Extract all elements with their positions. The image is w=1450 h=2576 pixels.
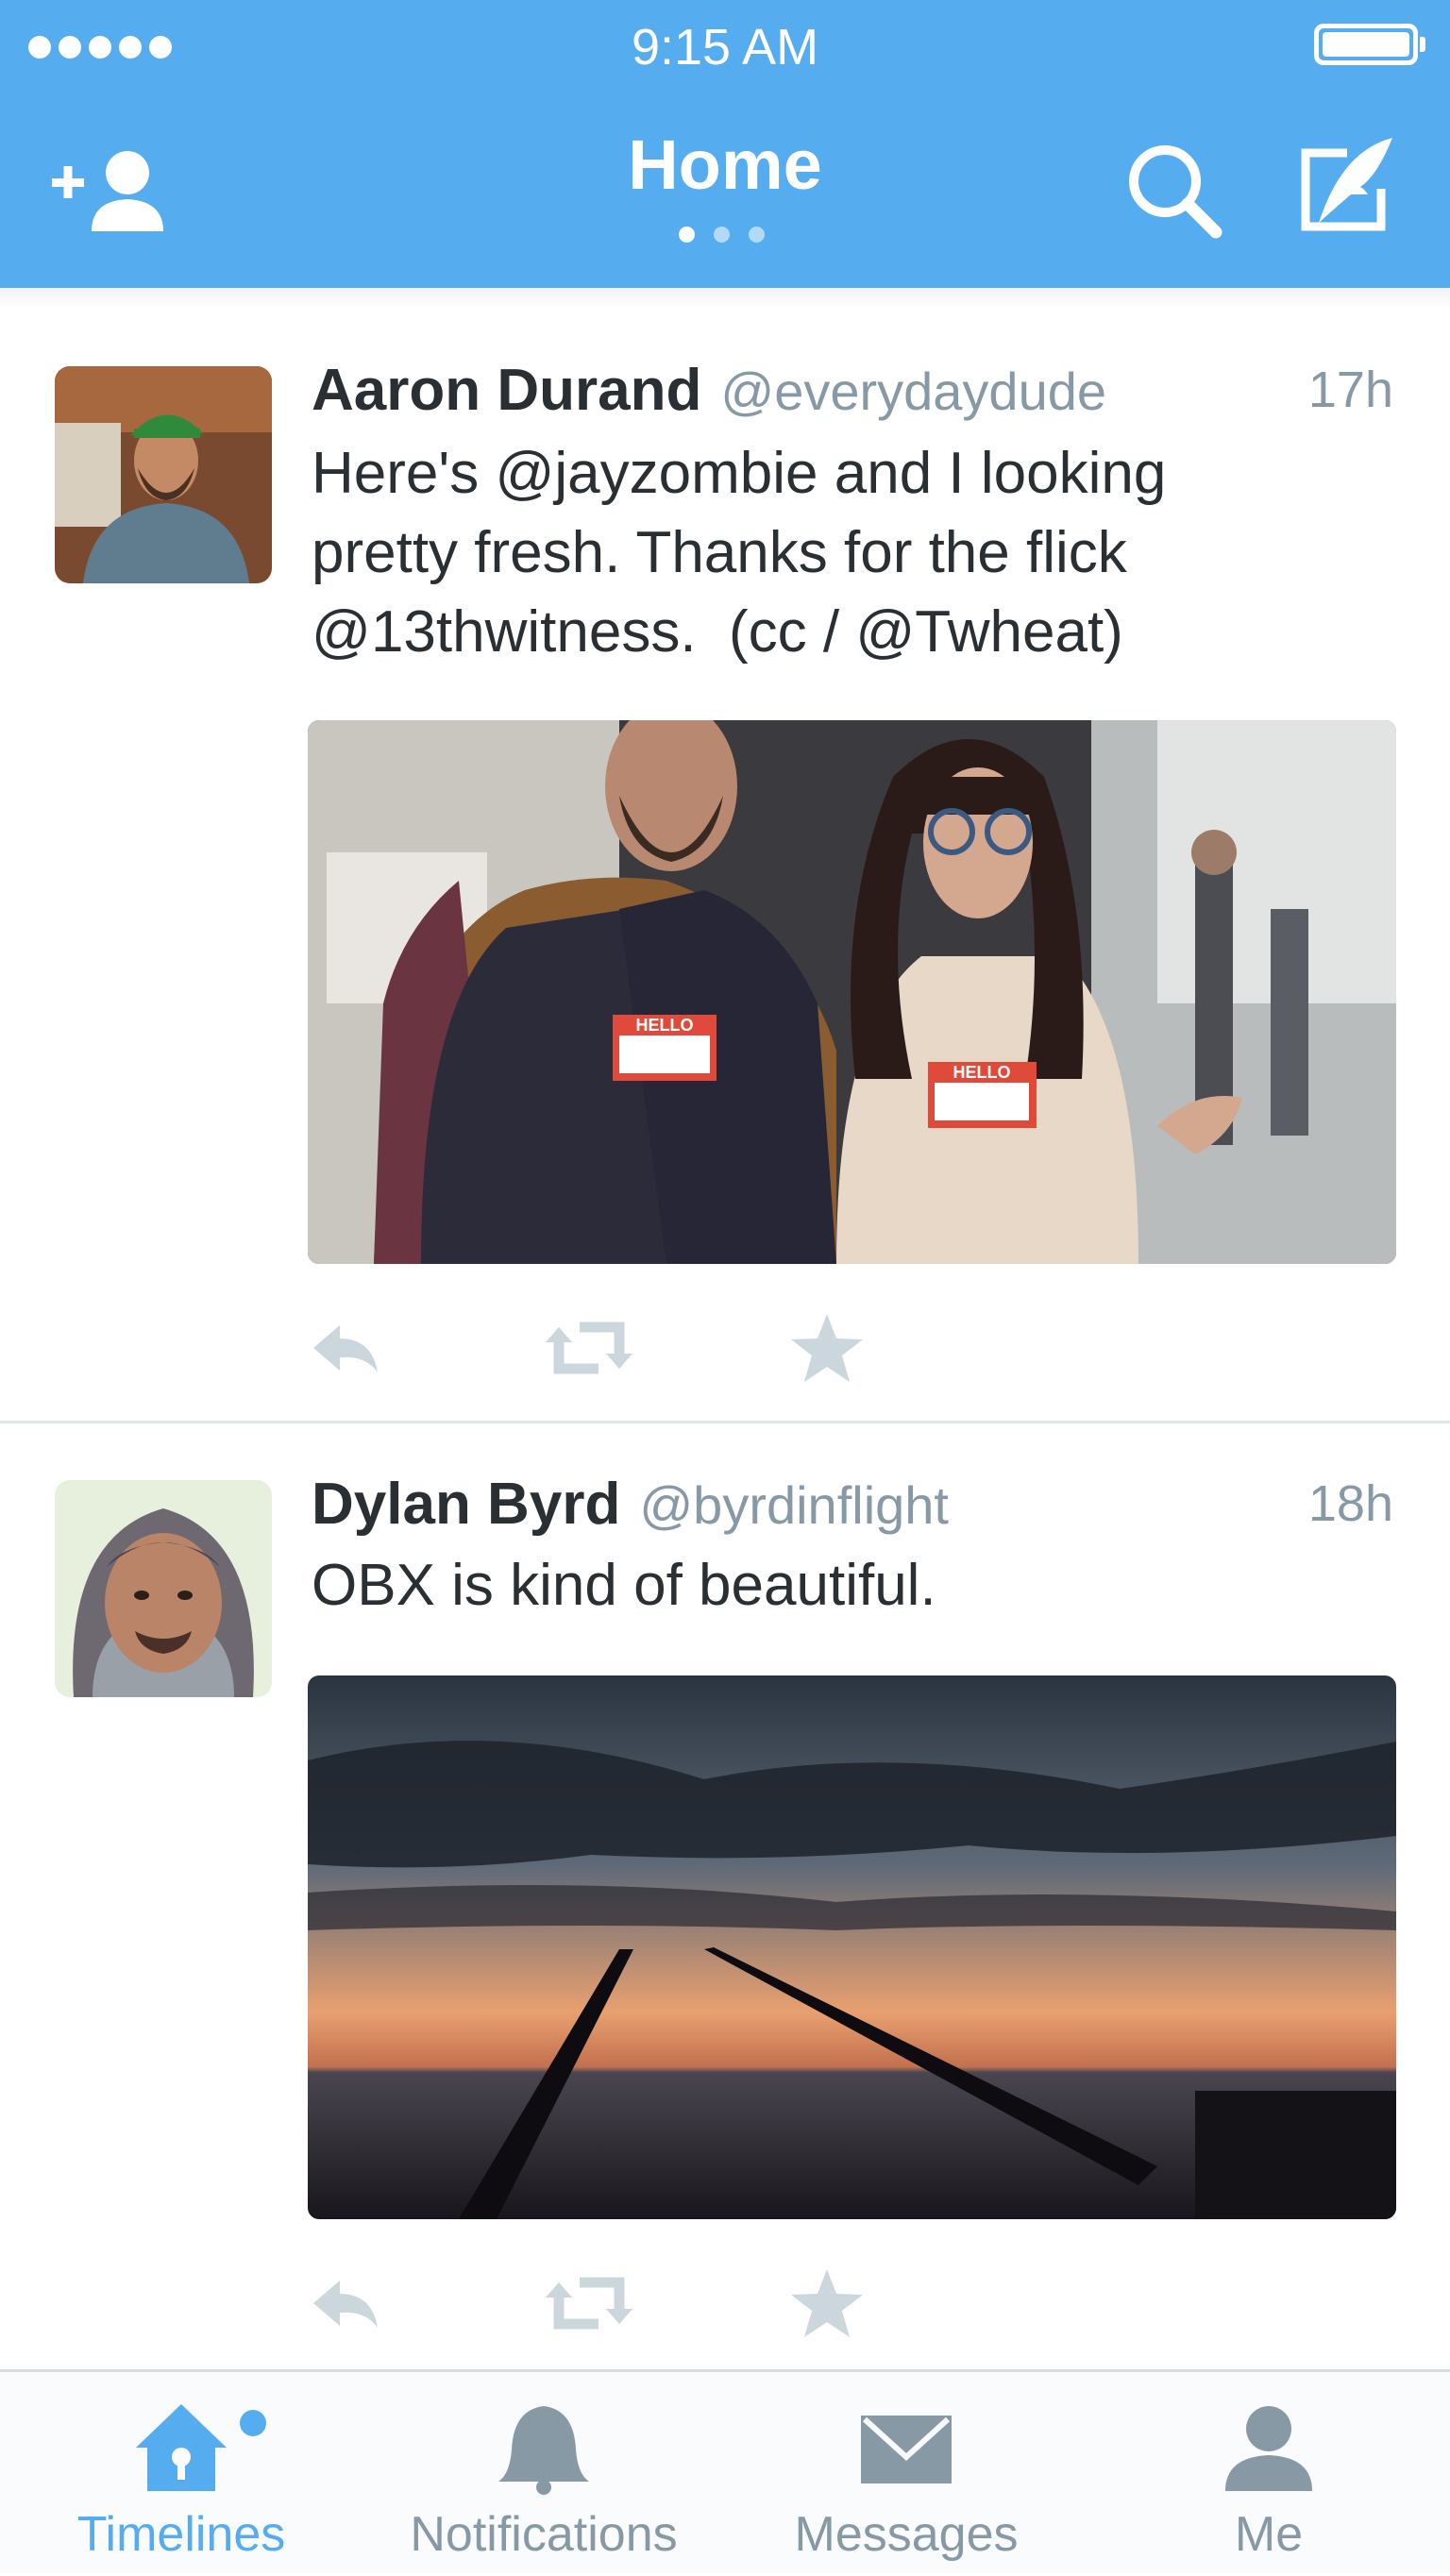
tweet-item[interactable]: Aaron Durand @everydaydude 17h Here's @ja… (0, 311, 1450, 1421)
person-icon (1225, 2406, 1312, 2491)
tab-label: Timelines (76, 2507, 286, 2562)
envelope-icon (861, 2416, 952, 2483)
reply-icon (313, 1325, 378, 1372)
author-handle[interactable]: @everydaydude (720, 362, 1106, 421)
tweet-header: Dylan Byrd @byrdinflight 18h (312, 1471, 1393, 1537)
tab-label: Messages (794, 2507, 1019, 2562)
tweet-text: OBX is kind of beautiful. (312, 1553, 936, 1618)
bell-icon (498, 2406, 589, 2495)
tab-me[interactable]: Me (1088, 2372, 1450, 2576)
retweet-icon (546, 1322, 632, 1374)
star-icon (791, 2269, 863, 2337)
avatar[interactable] (55, 1480, 272, 1697)
header-divider (0, 288, 1450, 309)
search-icon (1129, 145, 1222, 239)
tab-label: Notifications (410, 2507, 678, 2562)
battery-full-icon (1314, 24, 1425, 65)
home-icon (136, 2404, 227, 2491)
retweet-icon (546, 2277, 632, 2330)
tweet-photo[interactable]: HELLO HELLO (308, 720, 1396, 1264)
avatar[interactable] (55, 366, 272, 583)
tab-bar: Timelines Notifications Messages Me (0, 2369, 1450, 2573)
tweet-timestamp: 18h (1307, 1475, 1393, 1532)
tab-messages[interactable]: Messages (725, 2372, 1088, 2576)
status-time: 9:15 AM (631, 19, 819, 76)
author-name[interactable]: Dylan Byrd (312, 1472, 620, 1537)
star-icon (791, 1314, 863, 1382)
reply-button[interactable] (308, 2265, 383, 2341)
reply-icon (313, 2281, 378, 2328)
name-tag-label: HELLO (953, 1063, 1011, 1082)
search-button[interactable] (1125, 142, 1224, 241)
tweet-timestamp: 17h (1307, 362, 1393, 418)
tab-timelines[interactable]: Timelines (0, 2372, 362, 2576)
author-handle[interactable]: @byrdinflight (639, 1475, 949, 1535)
compose-button[interactable] (1298, 132, 1400, 234)
page-dot (714, 227, 730, 243)
retweet-button[interactable] (544, 2265, 634, 2341)
page-indicator (679, 227, 765, 243)
author-name[interactable]: Aaron Durand (312, 358, 701, 423)
tab-label: Me (1234, 2507, 1304, 2562)
status-bar: 9:15 AM (0, 0, 1450, 94)
page-dot-active (679, 227, 695, 243)
retweet-button[interactable] (544, 1310, 634, 1386)
tweet-photo[interactable] (308, 1675, 1396, 2219)
tweet-text: Here's @jayzombie and I looking pretty f… (312, 441, 1167, 665)
tweet-header: Aaron Durand @everydaydude 17h (312, 357, 1393, 423)
tweet-item[interactable]: Dylan Byrd @byrdinflight 18h OBX is kind … (0, 1423, 1450, 2367)
tab-notifications[interactable]: Notifications (362, 2372, 725, 2576)
page-title: Home (628, 126, 822, 204)
unread-dot (240, 2410, 266, 2436)
favorite-button[interactable] (789, 1310, 865, 1386)
compose-icon (1301, 138, 1392, 231)
page-dot (749, 227, 765, 243)
reply-button[interactable] (308, 1310, 383, 1386)
navigation-header: 9:15 AM Home (0, 0, 1450, 288)
name-tag-label: HELLO (636, 1016, 694, 1035)
favorite-button[interactable] (789, 2265, 865, 2341)
